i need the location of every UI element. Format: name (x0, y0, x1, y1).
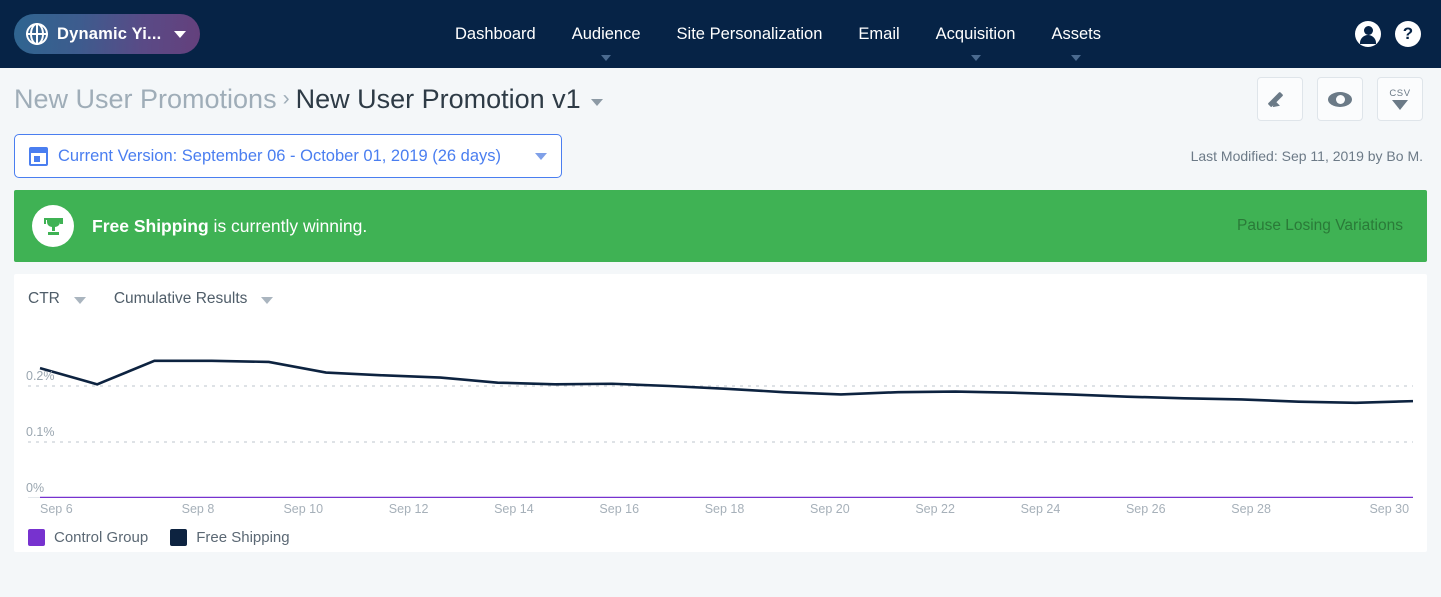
help-glyph: ? (1403, 24, 1413, 44)
version-range-label: Current Version: September 06 - October … (58, 147, 525, 166)
y-axis-tick-label: 0% (26, 481, 44, 495)
legend-swatch (170, 529, 187, 546)
breadcrumb: New User Promotions › New User Promotion… (0, 68, 1441, 130)
nav-label: Acquisition (936, 25, 1016, 43)
chart-svg (28, 330, 1413, 498)
breadcrumb-parent[interactable]: New User Promotions (14, 84, 277, 115)
eye-icon (1328, 92, 1352, 107)
nav-item-audience[interactable]: Audience (554, 25, 659, 44)
chevron-down-icon[interactable] (591, 99, 603, 106)
y-axis-tick-label: 0.1% (26, 425, 55, 439)
x-axis-tick-label: Sep 6 (28, 502, 145, 516)
chevron-down-icon (1071, 55, 1081, 61)
x-axis-tick-label: Sep 12 (356, 502, 461, 516)
nav-right-actions: ? (1355, 0, 1421, 68)
nav-label: Audience (572, 25, 641, 43)
x-axis-tick-label: Sep 16 (567, 502, 672, 516)
chevron-down-icon (971, 55, 981, 61)
chart-legend: Control Group Free Shipping (28, 529, 290, 546)
nav-label: Email (858, 25, 899, 43)
page-actions: CSV (1257, 77, 1423, 121)
help-circle-icon[interactable]: ? (1395, 21, 1421, 47)
x-axis-tick-label: Sep 24 (988, 502, 1093, 516)
winner-message-suffix: is currently winning. (209, 216, 368, 236)
metric-select[interactable]: CTR (28, 290, 86, 308)
pause-losing-variations-button[interactable]: Pause Losing Variations (1237, 217, 1403, 235)
chevron-down-icon (174, 31, 186, 38)
chart-controls: CTR Cumulative Results (14, 274, 1427, 308)
x-axis-tick-label: Sep 26 (1093, 502, 1198, 516)
chart-card: CTR Cumulative Results 0%0.1%0.2% Sep 6S… (14, 274, 1427, 552)
top-navigation-bar: Dynamic Yi... Dashboard Audience Site Pe… (0, 0, 1441, 68)
export-csv-button[interactable]: CSV (1377, 77, 1423, 121)
legend-swatch (28, 529, 45, 546)
version-bar: Current Version: September 06 - October … (0, 130, 1441, 182)
brand-account-switcher[interactable]: Dynamic Yi... (14, 14, 200, 54)
x-axis-tick-label: Sep 14 (461, 502, 566, 516)
calendar-icon (29, 147, 48, 166)
nav-item-assets[interactable]: Assets (1033, 25, 1119, 44)
nav-item-acquisition[interactable]: Acquisition (918, 25, 1034, 44)
chevron-down-icon (601, 55, 611, 61)
export-label: CSV (1389, 88, 1410, 99)
winner-banner: Free Shipping is currently winning. Paus… (14, 190, 1427, 262)
chevron-down-icon (74, 297, 86, 304)
brand-name: Dynamic Yi... (57, 25, 161, 44)
y-axis-tick-label: 0.2% (26, 369, 55, 383)
x-axis-tick-label: Sep 18 (672, 502, 777, 516)
chevron-down-icon (535, 153, 547, 160)
results-mode-select[interactable]: Cumulative Results (114, 290, 274, 308)
edit-button[interactable] (1257, 77, 1303, 121)
x-axis-tick-label: Sep 8 (145, 502, 250, 516)
page-title[interactable]: New User Promotion v1 (296, 84, 581, 115)
account-circle-icon[interactable] (1355, 21, 1381, 47)
version-date-range-select[interactable]: Current Version: September 06 - October … (14, 134, 562, 178)
globe-icon (26, 23, 48, 45)
x-axis-tick-label: Sep 20 (777, 502, 882, 516)
series-line-free-shipping (40, 361, 1413, 403)
winner-message: Free Shipping is currently winning. (92, 216, 367, 237)
legend-label: Free Shipping (196, 529, 289, 546)
x-axis-tick-label: Sep 22 (883, 502, 988, 516)
nav-label: Assets (1051, 25, 1101, 43)
nav-item-site-personalization[interactable]: Site Personalization (659, 25, 841, 44)
preview-button[interactable] (1317, 77, 1363, 121)
nav-label: Dashboard (455, 25, 536, 43)
nav-item-email[interactable]: Email (840, 25, 917, 44)
chevron-down-icon (261, 297, 273, 304)
legend-item[interactable]: Control Group (28, 529, 148, 546)
winning-variation-name: Free Shipping (92, 216, 209, 236)
legend-label: Control Group (54, 529, 148, 546)
breadcrumb-separator: › (283, 87, 290, 111)
x-axis-tick-label: Sep 10 (251, 502, 356, 516)
trophy-icon (32, 205, 74, 247)
nav-item-dashboard[interactable]: Dashboard (437, 25, 554, 44)
download-arrow-icon (1392, 100, 1408, 110)
nav-label: Site Personalization (677, 25, 823, 43)
last-modified-text: Last Modified: Sep 11, 2019 by Bo M. (1191, 148, 1423, 164)
x-axis-ticks: Sep 6Sep 8Sep 10Sep 12Sep 14Sep 16Sep 18… (28, 502, 1413, 516)
x-axis-tick-label: Sep 30 (1304, 502, 1413, 516)
metric-select-value: CTR (28, 290, 60, 308)
x-axis-tick-label: Sep 28 (1198, 502, 1303, 516)
primary-nav: Dashboard Audience Site Personalization … (437, 0, 1119, 68)
line-chart-plot (28, 330, 1413, 498)
results-mode-value: Cumulative Results (114, 290, 248, 308)
pencil-icon (1270, 89, 1290, 109)
legend-item[interactable]: Free Shipping (170, 529, 289, 546)
